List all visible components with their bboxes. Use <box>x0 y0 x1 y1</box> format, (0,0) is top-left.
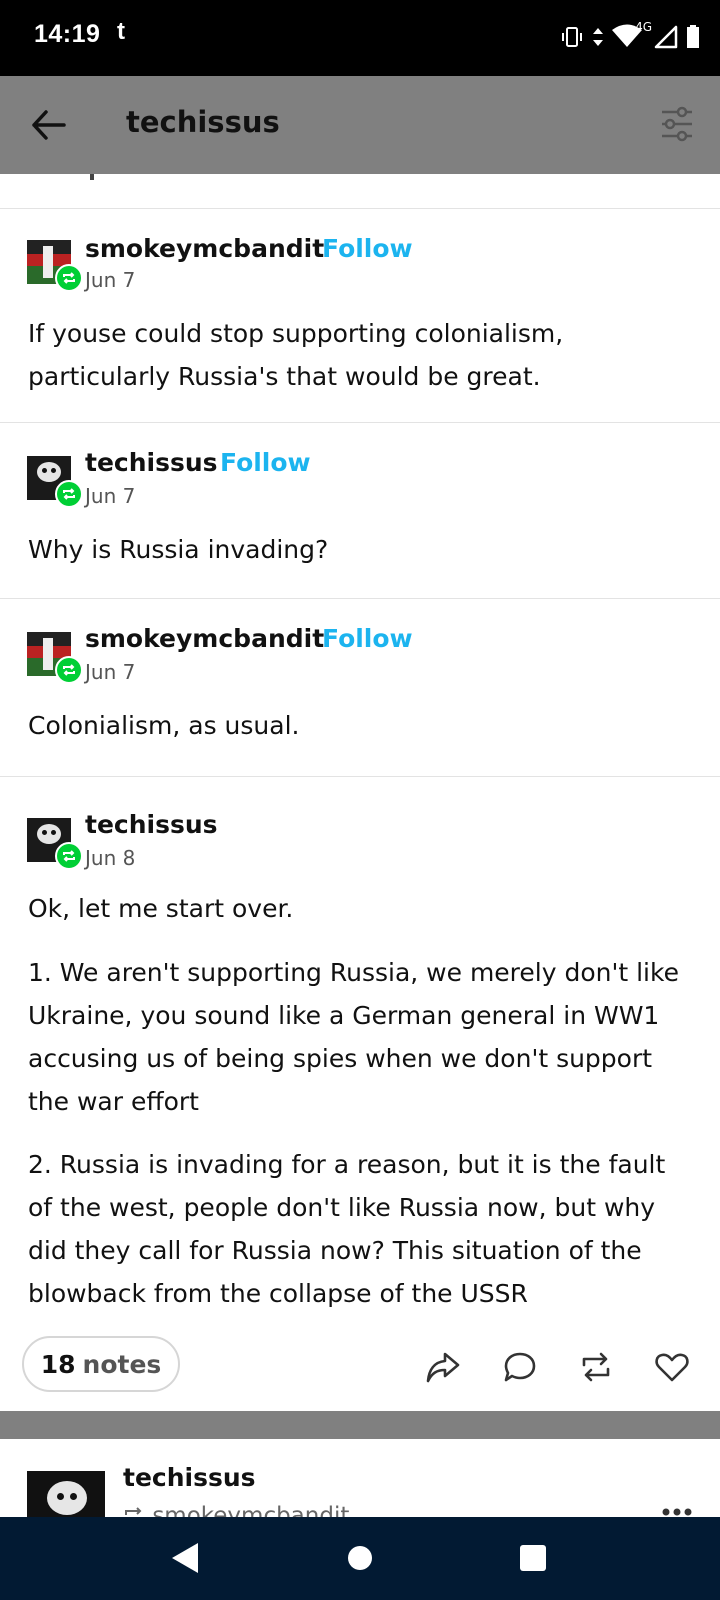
follow-button[interactable]: Follow <box>322 234 413 263</box>
post-date: Jun 7 <box>85 268 136 292</box>
reblog-badge-icon <box>55 656 83 684</box>
post-text: Why is Russia invading? <box>28 535 329 564</box>
signal-icon <box>654 25 678 49</box>
back-arrow-icon[interactable] <box>30 108 66 142</box>
notes-label: notes <box>82 1349 162 1379</box>
post-username[interactable]: techissus <box>85 448 218 477</box>
wifi-icon: 4G <box>612 20 652 50</box>
post-date: Jun 7 <box>85 484 136 508</box>
reblog-small-icon <box>125 1507 143 1517</box>
battery-icon <box>687 25 699 48</box>
reply-icon[interactable] <box>502 1350 538 1384</box>
post-username[interactable]: techissus <box>85 810 218 839</box>
post-text: Colonialism, as usual. <box>28 711 300 740</box>
follow-button[interactable]: Follow <box>220 448 311 477</box>
thread-post-1: smokeymcbandit Follow Jun 7 If youse cou… <box>0 208 720 423</box>
notes-button[interactable]: 18 notes <box>22 1336 180 1392</box>
post-paragraph-1: Ok, let me start over. <box>28 894 294 923</box>
status-time: 14:19 <box>34 20 101 48</box>
post-separator <box>0 1411 720 1439</box>
more-options-icon[interactable] <box>661 1507 693 1517</box>
thread-post-3: smokeymcbandit Follow Jun 7 Colonialism,… <box>0 598 720 777</box>
reblogged-from-username: smokeymcbandit <box>152 1503 350 1517</box>
post-paragraph-2: 1. We aren't supporting Russia, we merel… <box>28 958 679 1116</box>
network-label: 4G <box>635 20 652 34</box>
post-username[interactable]: smokeymcbandit <box>85 624 324 653</box>
post-text: If youse could stop supporting coloniali… <box>28 319 564 391</box>
post-paragraph-3: 2. Russia is invading for a reason, but … <box>28 1150 666 1308</box>
post-date: Jun 7 <box>85 660 136 684</box>
page-title: techissus <box>126 105 280 139</box>
nav-back-icon[interactable] <box>170 1541 200 1575</box>
follow-button[interactable]: Follow <box>322 624 413 653</box>
data-arrows-icon <box>593 28 603 46</box>
vibrate-icon <box>562 27 582 47</box>
reblogged-from[interactable]: smokeymcbandit <box>123 1503 349 1517</box>
post-date: Jun 8 <box>85 846 136 870</box>
notes-count: 18 <box>40 1349 76 1379</box>
share-icon[interactable] <box>425 1350 461 1384</box>
nav-home-icon[interactable] <box>348 1546 372 1570</box>
app-bar: techissus <box>0 76 720 174</box>
previous-content-fragment <box>0 174 720 209</box>
post-username[interactable]: smokeymcbandit <box>85 234 324 263</box>
thread-post-4: techissus Jun 8 Ok, let me start over. 1… <box>0 776 720 1336</box>
next-post-header: techissus smokeymcbandit <box>0 1439 720 1517</box>
reblog-badge-icon <box>55 480 83 508</box>
reblog-badge-icon <box>55 842 83 870</box>
reblog-icon[interactable] <box>578 1350 614 1384</box>
avatar[interactable] <box>27 1471 105 1517</box>
like-icon[interactable] <box>654 1350 690 1384</box>
next-post-username[interactable]: techissus <box>123 1463 256 1492</box>
filter-settings-icon[interactable] <box>660 104 694 144</box>
tumblr-notification-icon: t <box>117 18 125 45</box>
system-nav-bar <box>0 1517 720 1600</box>
status-icons: 4G <box>560 20 700 52</box>
nav-recents-icon[interactable] <box>520 1545 546 1571</box>
thread-post-2: techissus Follow Jun 7 Why is Russia inv… <box>0 422 720 599</box>
reblog-badge-icon <box>55 264 83 292</box>
status-bar: 14:19 t 4G <box>0 0 720 76</box>
